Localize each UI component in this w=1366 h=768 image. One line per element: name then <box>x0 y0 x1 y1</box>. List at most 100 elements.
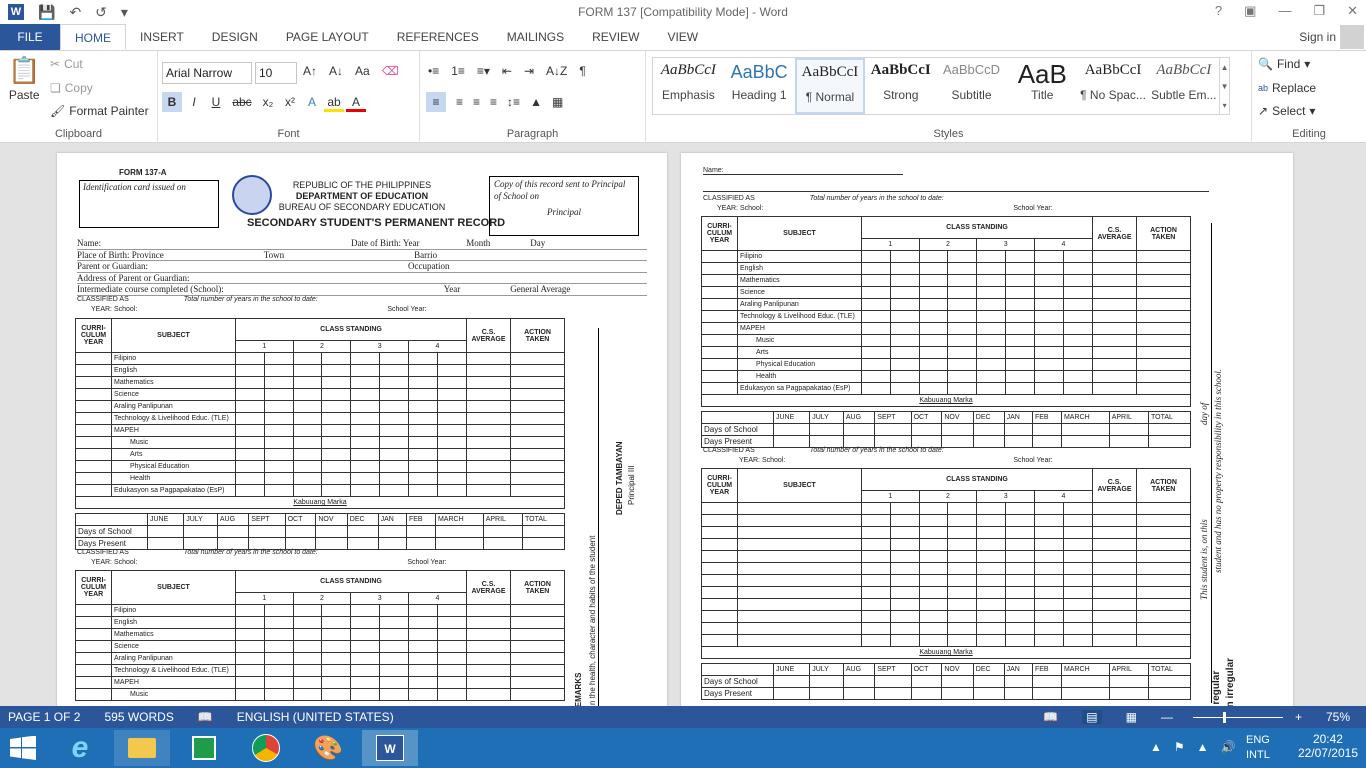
borders-icon[interactable]: ▦ <box>552 95 563 109</box>
bullets-icon[interactable]: •≡ <box>428 64 439 78</box>
style-emphasis[interactable]: AaBbCcI Emphasis <box>653 58 724 114</box>
pilcrow-icon[interactable]: ¶ <box>579 64 585 78</box>
justify-icon[interactable]: ≡ <box>490 95 497 109</box>
shrink-font-icon[interactable]: A↓ <box>329 64 343 78</box>
document-area[interactable]: FORM 137-A Identification card issued on… <box>0 143 1366 706</box>
style-title[interactable]: AaB Title <box>1007 58 1078 114</box>
styles-scroll[interactable]: ▲ ▼ ▾ <box>1219 58 1229 114</box>
clear-format-icon[interactable]: ⌫ <box>382 64 399 78</box>
close-button[interactable]: ✕ <box>1347 3 1358 19</box>
select-button[interactable]: ↗ Select ▾ <box>1258 104 1315 118</box>
tab-review[interactable]: REVIEW <box>578 24 653 50</box>
windows-start-icon[interactable] <box>10 735 36 760</box>
word-app-icon[interactable]: W <box>8 4 24 20</box>
restore-button[interactable]: ❐ <box>1313 3 1325 19</box>
input-language[interactable]: ENG INTL <box>1246 733 1270 763</box>
web-layout-icon[interactable]: ▦ <box>1126 710 1137 724</box>
page-1[interactable]: FORM 137-A Identification card issued on… <box>57 153 667 706</box>
zoom-in-icon[interactable]: + <box>1295 710 1302 724</box>
print-layout-icon[interactable]: ▤ <box>1082 710 1102 724</box>
ribbon-display-icon[interactable]: ▣ <box>1244 3 1256 19</box>
avatar[interactable] <box>1340 25 1364 49</box>
language[interactable]: ENGLISH (UNITED STATES) <box>237 710 394 724</box>
cut-button[interactable]: ✂ Cut <box>50 57 83 71</box>
change-case-icon[interactable]: Aa <box>355 64 370 78</box>
style-strong[interactable]: AaBbCcI Strong <box>865 58 936 114</box>
zoom-out-icon[interactable]: — <box>1161 710 1173 724</box>
align-left-icon[interactable]: ≡ <box>426 92 446 112</box>
text-effects-icon[interactable]: A <box>302 92 322 112</box>
word-count[interactable]: 595 WORDS <box>104 710 173 724</box>
chrome-icon[interactable] <box>238 730 294 766</box>
tab-home[interactable]: HOME <box>60 24 126 50</box>
page-2[interactable]: Name: CLASSIFIED AS Total number of years… <box>681 153 1293 706</box>
grow-font-icon[interactable]: A↑ <box>303 64 317 78</box>
increase-indent-icon[interactable]: ⇥ <box>524 64 534 78</box>
superscript-icon[interactable]: x² <box>280 92 300 112</box>
show-hidden-icon[interactable]: ▲ <box>1150 740 1162 754</box>
customize-qat-icon[interactable]: ▾ <box>121 4 128 21</box>
word-taskbar-icon[interactable]: W <box>362 730 418 766</box>
read-mode-icon[interactable]: 📖 <box>1043 710 1058 724</box>
network-icon[interactable]: ▲ <box>1197 740 1209 754</box>
lang-line-1: ENG <box>1246 734 1270 746</box>
sort-icon[interactable]: A↓Z <box>546 64 567 78</box>
underline-button[interactable]: U <box>206 92 226 112</box>
format-painter-button[interactable]: 🖌 Format Painter <box>50 104 149 118</box>
table-row: Physical Education <box>75 460 565 473</box>
table-row: Technology & Livelihood Educ. (TLE) <box>701 310 1191 323</box>
font-family-select[interactable]: Arial Narrow <box>162 62 252 84</box>
style-subtle-emphasis[interactable]: AaBbCcI Subtle Em... <box>1148 58 1219 114</box>
tab-references[interactable]: REFERENCES <box>383 24 493 50</box>
internet-explorer-icon[interactable]: e <box>52 730 108 766</box>
store-icon[interactable] <box>176 730 232 766</box>
line-spacing-icon[interactable]: ↕≡ <box>507 95 520 109</box>
style-name: Emphasis <box>662 88 715 102</box>
tab-mailings[interactable]: MAILINGS <box>493 24 578 50</box>
minimize-button[interactable]: — <box>1278 3 1291 19</box>
strikethrough-button[interactable]: abc <box>228 92 256 112</box>
tab-file[interactable]: FILE <box>0 24 60 50</box>
tab-page-layout[interactable]: PAGE LAYOUT <box>272 24 383 50</box>
decrease-indent-icon[interactable]: ⇤ <box>502 64 512 78</box>
replace-button[interactable]: ab Replace <box>1258 81 1316 95</box>
copy-button[interactable]: ❏ Copy <box>50 81 93 95</box>
bold-button[interactable]: B <box>162 92 182 112</box>
style-subtitle[interactable]: AaBbCcD Subtitle <box>936 58 1007 114</box>
paste-button[interactable]: 📋 Paste <box>8 55 40 102</box>
subscript-icon[interactable]: x₂ <box>258 92 278 112</box>
table-row: English <box>75 364 565 377</box>
file-explorer-icon[interactable] <box>114 730 170 766</box>
font-color-icon[interactable]: A <box>346 92 366 112</box>
undo-icon[interactable]: ↶ <box>69 4 81 21</box>
numbering-icon[interactable]: 1≡ <box>451 64 465 78</box>
zoom-thumb[interactable] <box>1222 711 1226 723</box>
subject-cell: Music <box>111 436 236 449</box>
zoom-slider[interactable] <box>1192 711 1283 723</box>
clock[interactable]: 20:42 22/07/2015 <box>1298 732 1358 760</box>
sign-in-link[interactable]: Sign in <box>1299 30 1336 44</box>
tab-insert[interactable]: INSERT <box>126 24 198 50</box>
proofing-icon[interactable]: 📖 <box>198 710 213 724</box>
save-icon[interactable]: 💾 <box>38 4 55 21</box>
flag-icon[interactable]: ⚑ <box>1174 740 1185 754</box>
italic-button[interactable]: I <box>184 92 204 112</box>
tab-view[interactable]: VIEW <box>653 24 712 50</box>
volume-icon[interactable]: 🔊 <box>1221 740 1236 754</box>
highlight-icon[interactable]: ab <box>324 92 344 112</box>
style-heading1[interactable]: AaBbC Heading 1 <box>724 58 795 114</box>
multilevel-list-icon[interactable]: ≡▾ <box>477 64 490 78</box>
paint-icon[interactable]: 🎨 <box>300 730 356 766</box>
redo-icon[interactable]: ↺ <box>95 4 107 21</box>
align-center-icon[interactable]: ≡ <box>456 95 463 109</box>
align-right-icon[interactable]: ≡ <box>473 95 480 109</box>
zoom-level[interactable]: 75% <box>1326 710 1350 724</box>
tab-design[interactable]: DESIGN <box>198 24 272 50</box>
page-count[interactable]: PAGE 1 OF 2 <box>8 710 80 724</box>
style-normal[interactable]: AaBbCcI ¶ Normal <box>794 58 866 114</box>
style-no-spacing[interactable]: AaBbCcI ¶ No Spac... <box>1078 58 1149 114</box>
find-button[interactable]: 🔍 Find ▾ <box>1258 57 1310 71</box>
help-button[interactable]: ? <box>1215 3 1222 19</box>
font-size-select[interactable]: 10 <box>255 62 297 84</box>
shading-icon[interactable]: ▲ <box>530 95 542 109</box>
